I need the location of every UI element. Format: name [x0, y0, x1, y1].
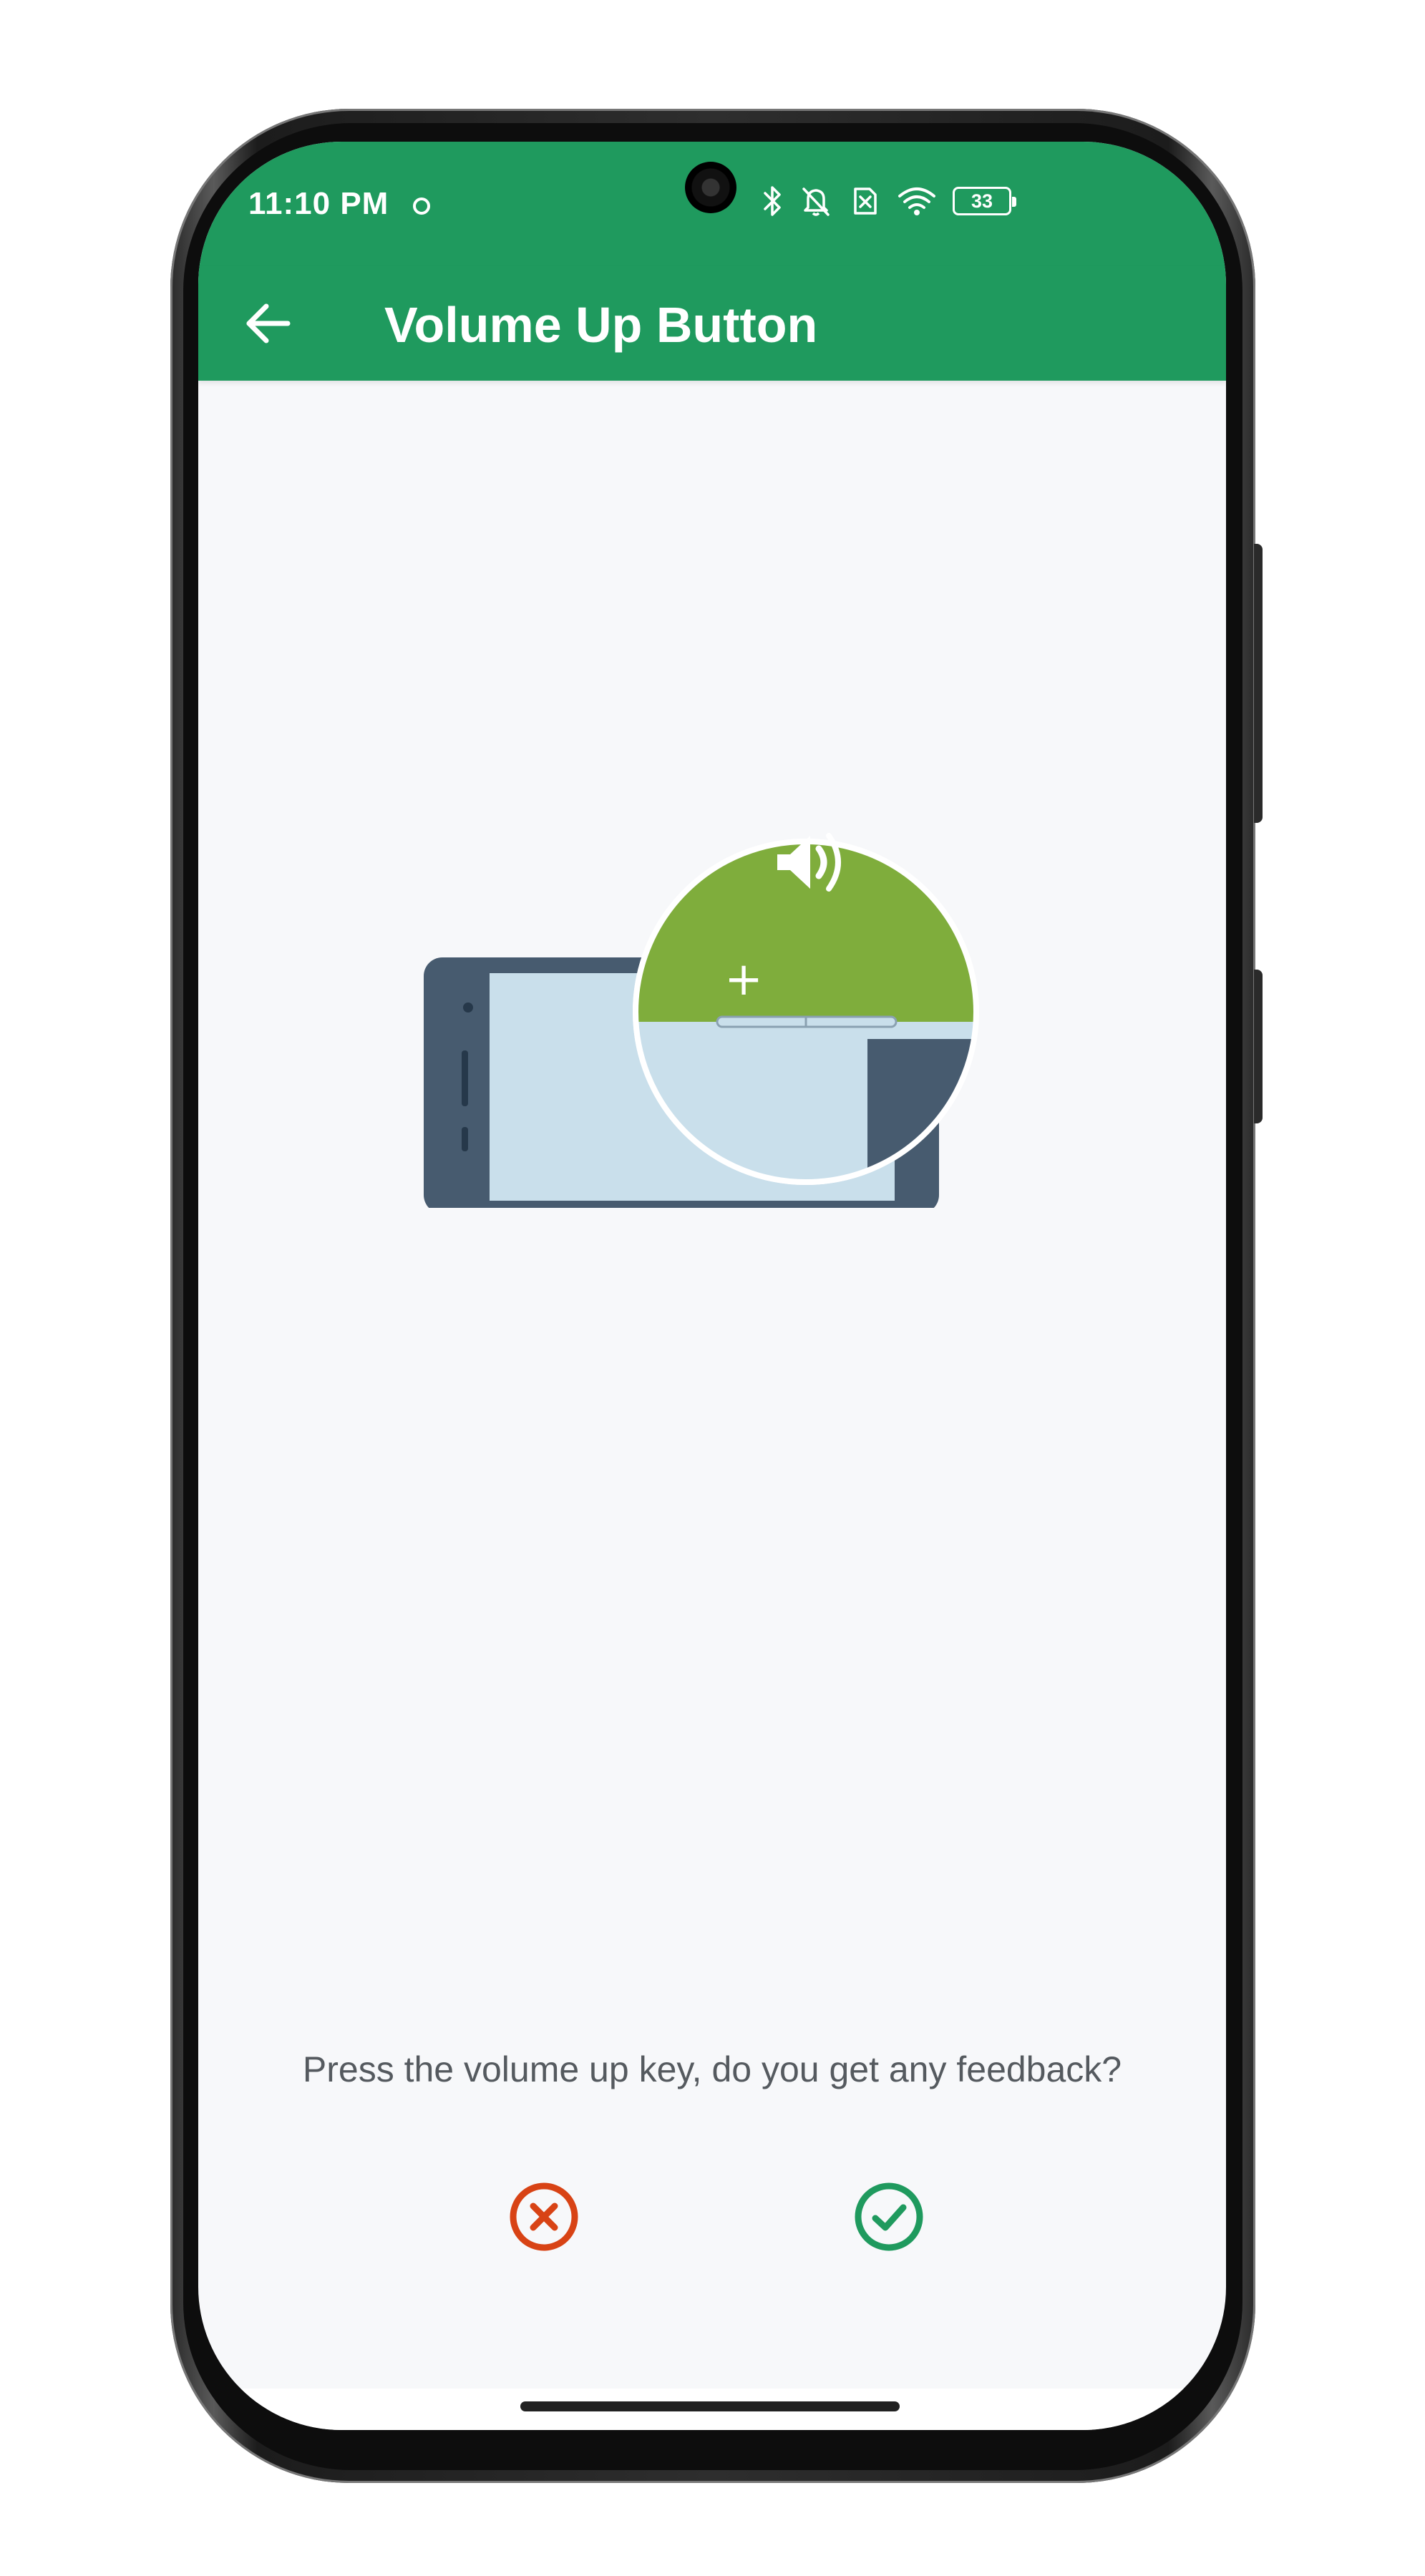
status-dot-icon [413, 197, 430, 215]
side-button-lower [1254, 970, 1263, 1123]
no-sim-icon [854, 187, 877, 215]
check-circle-icon [855, 2182, 923, 2251]
plus-symbol: + [724, 953, 763, 1006]
status-icons: 33 [762, 185, 1016, 218]
answer-buttons [198, 2174, 1226, 2260]
volume-up-illustration: + [424, 833, 979, 1208]
feedback-question: Press the volume up key, do you get any … [302, 2049, 1122, 2089]
app-bar: Volume Up Button [198, 266, 1226, 381]
side-button-upper [1254, 544, 1263, 823]
close-circle-icon [510, 2182, 578, 2251]
screen: 11:10 PM 33 Volume Up Button + Press the… [198, 142, 1226, 2430]
back-button[interactable] [233, 288, 304, 359]
status-bar: 11:10 PM 33 [198, 142, 1226, 266]
notifications-off-icon [802, 187, 830, 216]
wifi-icon [898, 187, 935, 215]
device-mockup: 11:10 PM 33 Volume Up Button + Press the… [0, 0, 1425, 2576]
bluetooth-icon [764, 186, 781, 216]
home-indicator[interactable] [520, 2401, 900, 2411]
battery-icon: 33 [953, 187, 1016, 215]
status-time: 11:10 PM [248, 186, 389, 221]
arrow-back-icon [246, 303, 291, 343]
front-camera [685, 162, 736, 213]
yes-button[interactable] [846, 2174, 932, 2260]
page-title: Volume Up Button [384, 297, 818, 353]
battery-level: 33 [971, 190, 993, 212]
no-button[interactable] [501, 2174, 587, 2260]
